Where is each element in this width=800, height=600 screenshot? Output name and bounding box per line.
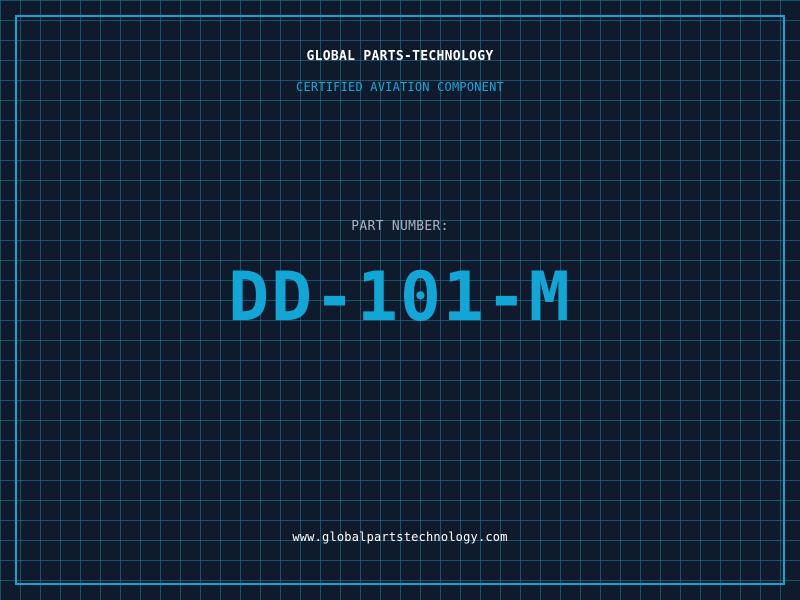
website-url: www.globalpartstechnology.com [292, 530, 508, 544]
part-label-card: GLOBAL PARTS-TECHNOLOGY CERTIFIED AVIATI… [0, 0, 800, 600]
company-name: GLOBAL PARTS-TECHNOLOGY [306, 49, 494, 64]
part-number-label: PART NUMBER: [351, 219, 449, 234]
part-number-value: DD-101-M [228, 258, 572, 337]
company-tagline: CERTIFIED AVIATION COMPONENT [296, 80, 504, 94]
